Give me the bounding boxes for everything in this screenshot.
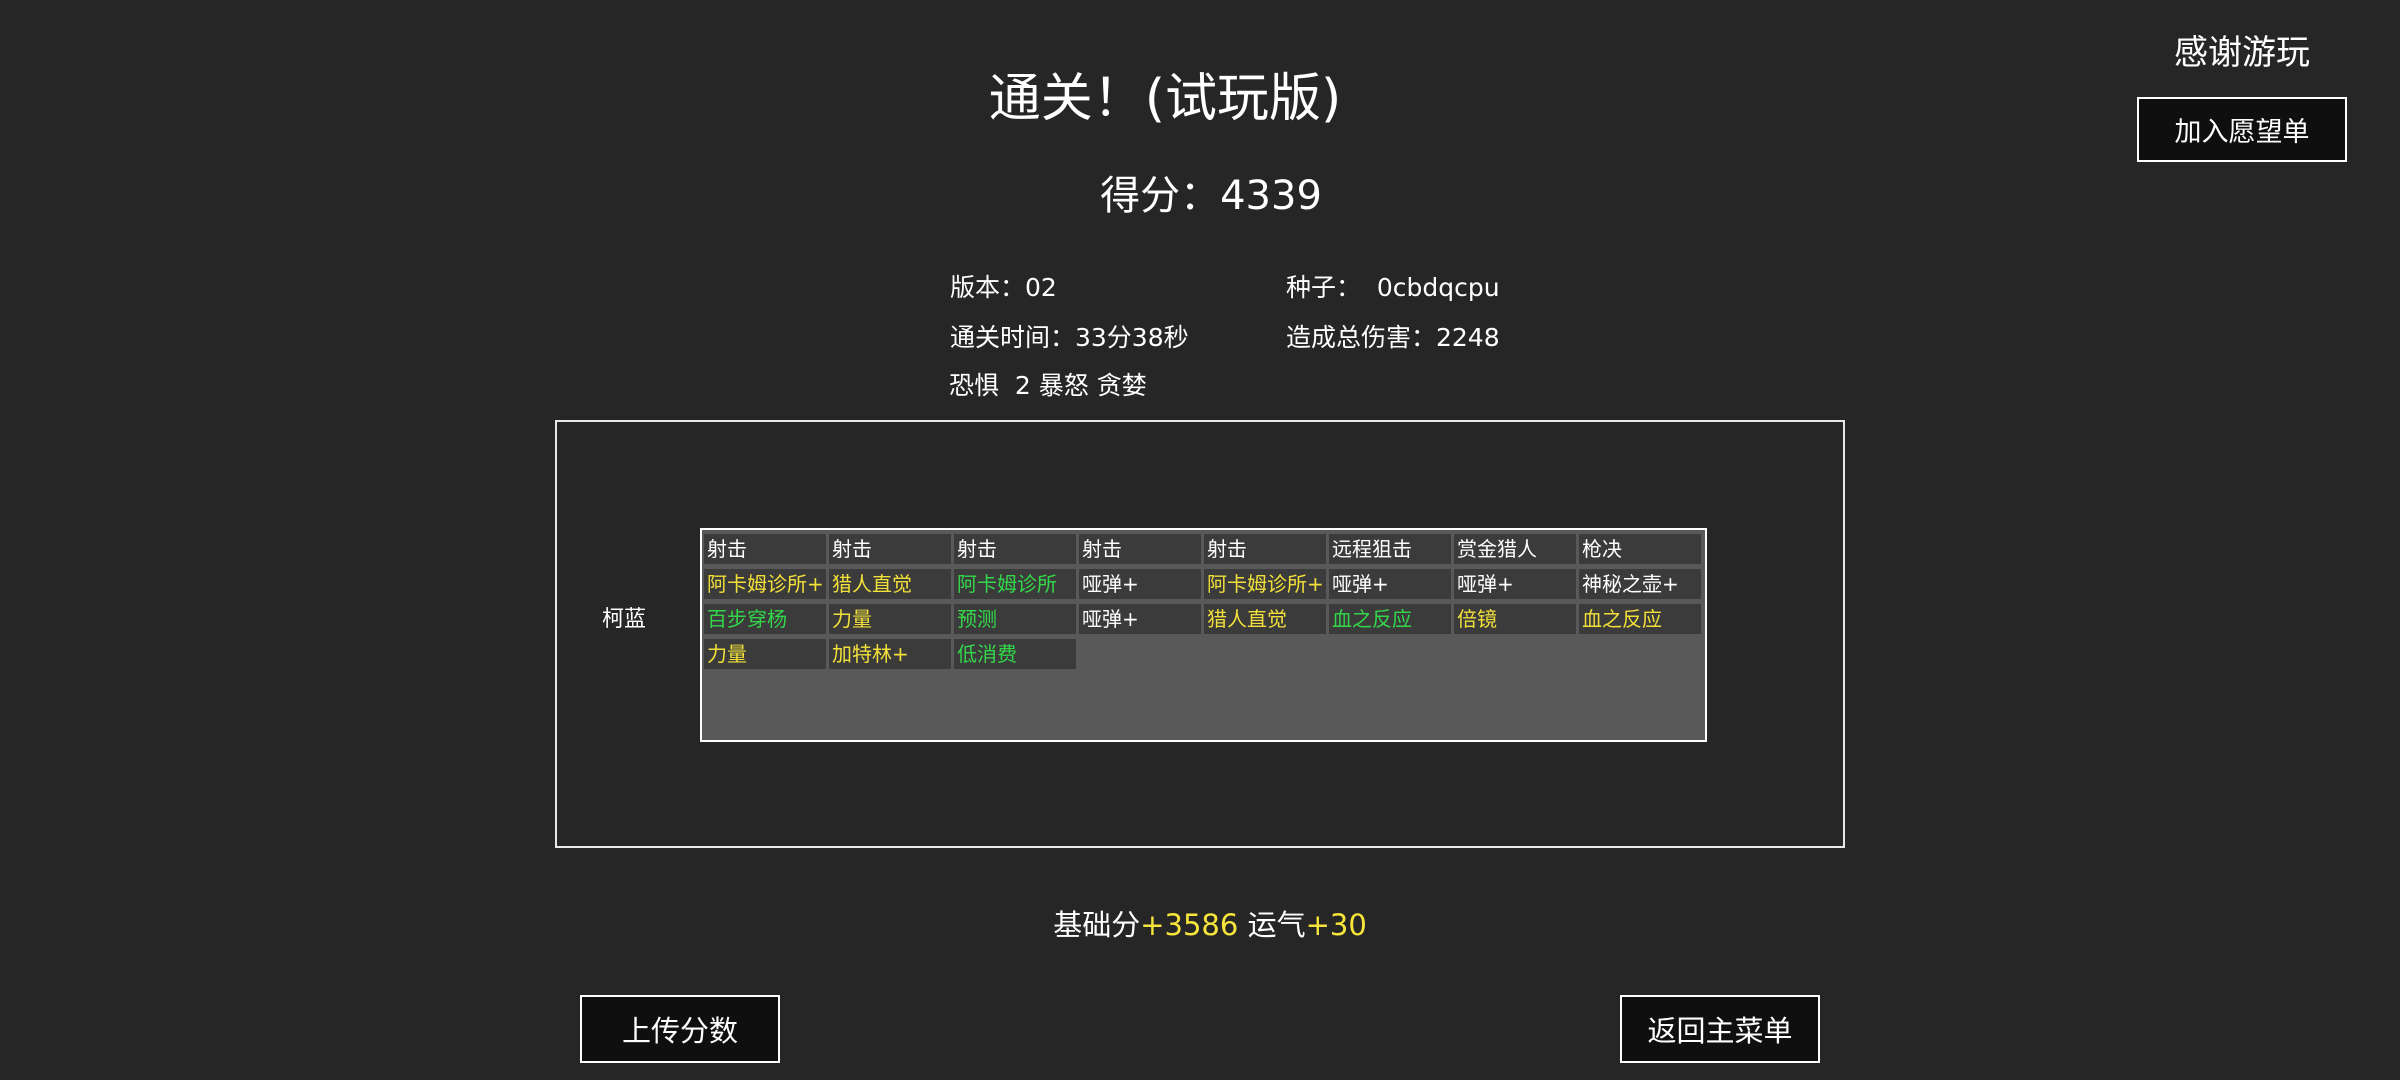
page-title: 通关！(试玩版) (988, 69, 1342, 129)
column-header: 射击 (829, 534, 951, 564)
wishlist-button[interactable]: 加入愿望单 (2137, 97, 2347, 162)
main-menu-button[interactable]: 返回主菜单 (1620, 995, 1820, 1063)
base-score-value: +3586 (1140, 908, 1239, 942)
card-item: 血之反应 (1329, 604, 1451, 634)
column-header: 射击 (704, 534, 826, 564)
score-text: 得分：4339 (1100, 173, 1322, 219)
thanks-text: 感谢游玩 (2174, 33, 2310, 73)
column-header: 射击 (1079, 534, 1201, 564)
column-header: 射击 (954, 534, 1076, 564)
clear-time-text: 通关时间：33分38秒 (950, 323, 1189, 352)
seed-text: 种子： 0cbdqcpu (1286, 273, 1500, 302)
version-text: 版本：02 (950, 273, 1057, 302)
luck-label: 运气 (1247, 908, 1306, 942)
card-item: 百步穿杨 (704, 604, 826, 634)
difficulty-text: 恐惧 2 暴怒 贪婪 (949, 371, 1147, 400)
card-item: 哑弹+ (1079, 569, 1201, 599)
card-item: 神秘之壶+ (1579, 569, 1701, 599)
card-item: 哑弹+ (1329, 569, 1451, 599)
card-item: 阿卡姆诊所+ (1204, 569, 1326, 599)
card-item: 力量 (704, 639, 826, 669)
card-item: 力量 (829, 604, 951, 634)
luck-value: +30 (1305, 908, 1367, 942)
total-damage-text: 造成总伤害：2248 (1286, 323, 1500, 352)
character-name: 柯蓝 (601, 607, 646, 632)
base-score-label: 基础分 (1053, 908, 1141, 942)
card-item: 猎人直觉 (1204, 604, 1326, 634)
column-header: 射击 (1204, 534, 1326, 564)
card-item: 猎人直觉 (829, 569, 951, 599)
card-item: 低消费 (954, 639, 1076, 669)
card-item: 倍镜 (1454, 604, 1576, 634)
column-header: 赏金猎人 (1454, 534, 1576, 564)
card-item: 哑弹+ (1454, 569, 1576, 599)
bonus-line: 基础分+3586 运气+30 (0, 900, 2400, 950)
card-item: 阿卡姆诊所+ (704, 569, 826, 599)
card-item: 阿卡姆诊所 (954, 569, 1076, 599)
column-header: 远程狙击 (1329, 534, 1451, 564)
card-grid: 射击 阿卡姆诊所+ 百步穿杨 力量 射击 猎人直觉 力量 加特林+ 射击 阿卡姆诊所 预测 低消费 射击… (700, 528, 1707, 742)
upload-score-button[interactable]: 上传分数 (580, 995, 780, 1063)
card-item: 哑弹+ (1079, 604, 1201, 634)
card-item: 血之反应 (1579, 604, 1701, 634)
column-header: 枪决 (1579, 534, 1701, 564)
card-item: 加特林+ (829, 639, 951, 669)
card-item: 预测 (954, 604, 1076, 634)
